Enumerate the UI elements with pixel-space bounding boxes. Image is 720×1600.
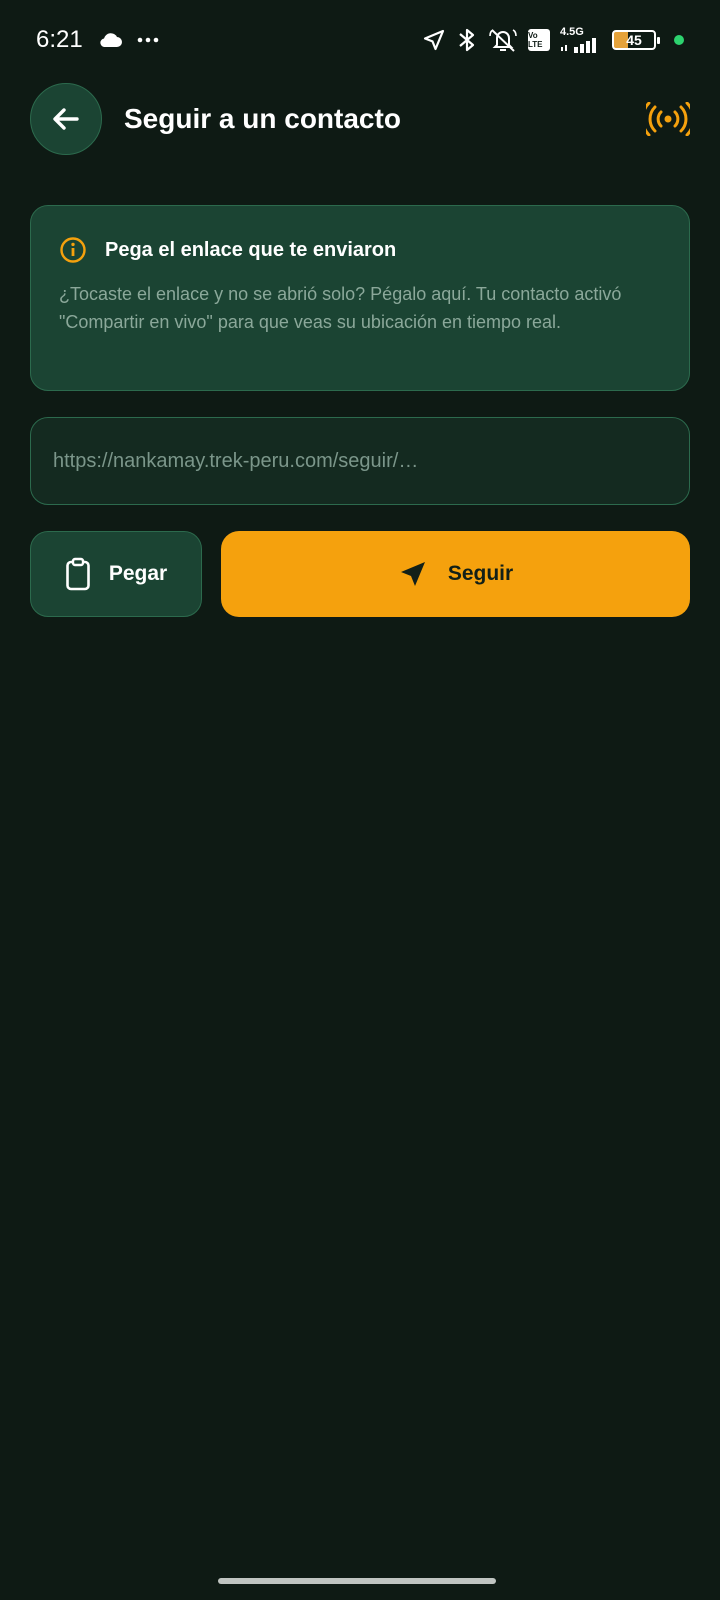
app-header: Seguir a un contacto [30,82,690,156]
volte-label: Vo LTE [528,29,550,51]
arrow-left-icon [50,103,82,135]
broadcast-icon[interactable] [646,102,690,136]
info-card-header: Pega el enlace que te enviaron [59,236,663,264]
more-dots-icon [137,37,159,43]
follow-label: Seguir [447,562,514,585]
back-button[interactable] [30,83,102,155]
signal-icon: 4.5G [560,27,602,53]
home-indicator[interactable] [218,1578,496,1584]
status-bar: 6:21 Vo LTE 4.5G 45 [0,0,720,80]
location-arrow-icon [422,28,446,52]
info-icon [59,236,87,264]
info-card-body: ¿Tocaste el enlace y no se abrió solo? P… [59,284,622,332]
volte-icon: Vo LTE [528,29,550,51]
privacy-indicator-dot [674,35,684,45]
info-card: Pega el enlace que te enviaron ¿Tocaste … [30,205,690,391]
clipboard-icon [65,557,91,591]
status-bar-left: 6:21 [36,26,159,54]
paste-button[interactable]: Pegar [30,531,202,617]
battery-icon: 45 [612,30,660,50]
navigation-arrow-icon [398,559,428,589]
url-field [30,417,690,505]
bluetooth-icon [456,27,478,53]
status-time: 6:21 [36,26,83,53]
network-type-label: 4.5G [560,26,584,38]
cloud-icon [97,32,123,48]
link-input[interactable] [53,449,667,473]
status-bar-right: Vo LTE 4.5G 45 [422,27,684,53]
info-card-title: Pega el enlace que te enviaron [105,238,397,261]
paste-label: Pegar [108,562,168,585]
alarm-off-icon [488,27,518,53]
follow-button[interactable]: Seguir [221,531,690,617]
page-title: Seguir a un contacto [124,103,401,134]
screen: 6:21 Vo LTE 4.5G 45 Seguir a un contacto… [0,0,720,1600]
battery-level: 45 [626,32,642,48]
